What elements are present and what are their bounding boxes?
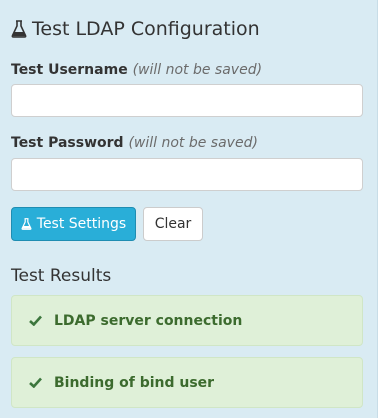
username-label-text: Test Username (11, 62, 128, 78)
test-results-heading: Test Results (11, 266, 112, 286)
result-label: Binding of bind user (54, 374, 215, 391)
clear-button[interactable]: Clear (143, 207, 203, 241)
panel-title-text: Test LDAP Configuration (32, 18, 260, 40)
panel-title: Test LDAP Configuration (11, 17, 260, 41)
password-hint: (will not be saved) (128, 135, 258, 151)
username-label: Test Username (will not be saved) (11, 61, 262, 79)
check-icon (29, 377, 42, 388)
result-label: LDAP server connection (54, 312, 243, 329)
ldap-test-panel: Test LDAP Configuration Test Username (w… (0, 0, 378, 418)
check-icon (29, 315, 42, 326)
result-item: Binding of bind user (11, 357, 363, 408)
result-item: LDAP server connection (11, 295, 363, 346)
test-settings-button[interactable]: Test Settings (11, 207, 136, 241)
test-password-input[interactable] (11, 158, 363, 191)
clear-label: Clear (154, 216, 192, 232)
username-hint: (will not be saved) (132, 62, 263, 78)
password-label-text: Test Password (11, 135, 124, 151)
test-settings-label: Test Settings (36, 216, 127, 232)
password-label: Test Password (will not be saved) (11, 134, 258, 152)
flask-icon (21, 218, 32, 230)
test-username-input[interactable] (11, 84, 363, 117)
flask-icon (11, 20, 27, 38)
